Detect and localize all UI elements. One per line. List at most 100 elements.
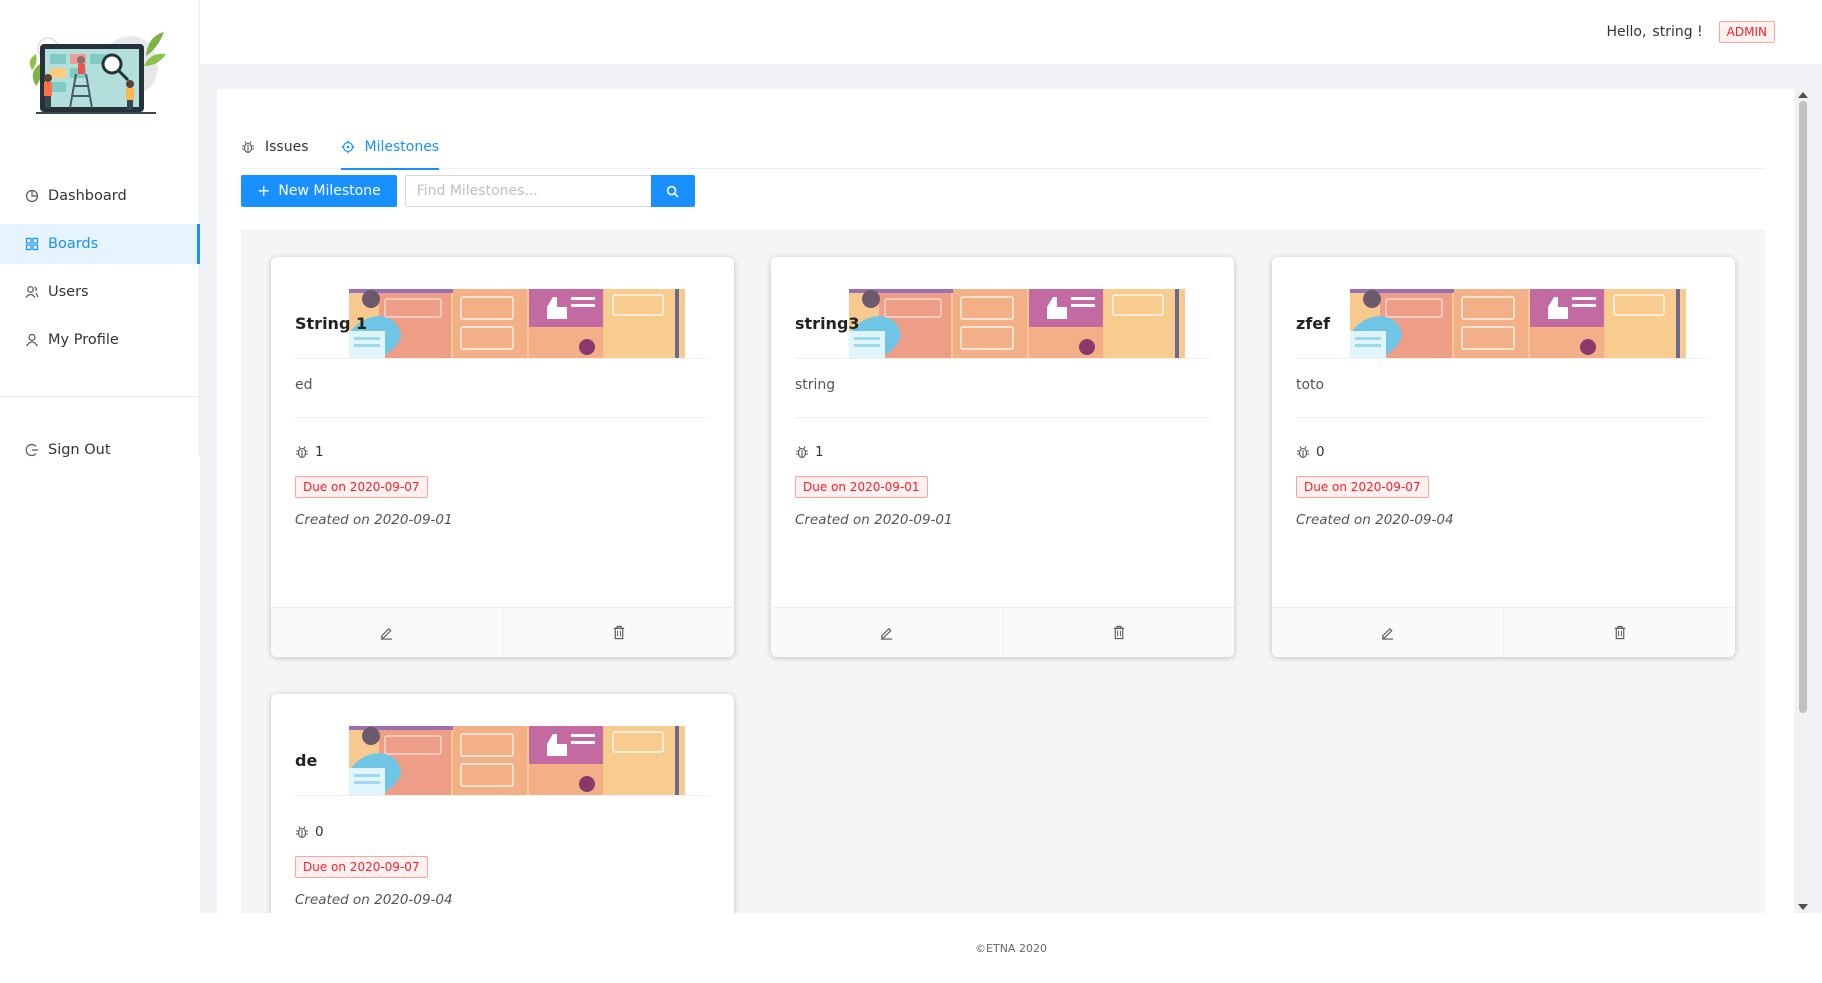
tab-bar: Issues Milestones [241,125,1765,170]
sidebar-item-label: Boards [48,236,99,252]
sidebar-item-users[interactable]: Users [0,272,200,312]
milestone-description: ed [295,377,710,418]
sidebar-item-label: My Profile [48,332,119,348]
page-footer: ©ETNA 2020 [200,913,1822,983]
sign-out-button[interactable]: Sign Out [0,430,200,470]
card-actions [1272,607,1735,657]
card-cover-illustration [849,289,1185,358]
search-button[interactable] [650,175,695,207]
milestone-card: String 1 ed 1 Due on 2020-09-07 Created … [271,257,734,657]
tab-issues[interactable]: Issues [241,125,309,169]
new-milestone-button[interactable]: + New Milestone [241,175,397,207]
app-root: Dashboard Boards Users My Profile Sign O… [0,0,1822,983]
delete-milestone-button[interactable] [1503,608,1735,657]
tab-label: Milestones [364,139,440,155]
delete-milestone-button[interactable] [502,608,734,657]
milestone-issue-count: 1 [795,444,1210,460]
role-badge: ADMIN [1718,21,1775,43]
edit-milestone-button[interactable] [771,608,1002,657]
milestone-issue-count: 1 [295,444,710,460]
milestone-title: String 1 [295,314,368,333]
milestone-card: de 0 Due on 2020-09-07 Created on 2020-0… [271,694,734,913]
logout-icon [25,443,39,457]
vertical-scrollbar[interactable] [1796,89,1810,913]
milestone-meta: 0 Due on 2020-09-07 Created on 2020-09-0… [271,796,734,908]
card-cover: String 1 [295,289,710,359]
trash-icon [1113,625,1124,640]
edit-icon [880,627,893,640]
due-date-badge: Due on 2020-09-07 [295,476,428,498]
trash-icon [1614,625,1625,640]
due-date-badge: Due on 2020-09-07 [1296,476,1429,498]
user-icon [25,333,39,347]
milestone-description: toto [1296,377,1711,418]
tab-label: Issues [265,139,309,155]
pie-chart-icon [25,189,39,203]
sidebar: Dashboard Boards Users My Profile Sign O… [0,0,200,458]
plus-icon: + [257,181,271,200]
milestone-grid: String 1 ed 1 Due on 2020-09-07 Created … [241,229,1765,913]
milestone-title: de [295,751,318,770]
card-actions [771,607,1234,657]
search-icon [666,185,679,198]
bug-icon [795,445,809,459]
user-greeting: Hello, string ! [1606,24,1702,40]
sign-out-label: Sign Out [48,442,111,458]
created-date: Created on 2020-09-01 [795,512,953,528]
users-icon [25,285,39,299]
tab-milestones[interactable]: Milestones [340,125,440,170]
milestone-title: zfef [1296,314,1331,333]
created-date: Created on 2020-09-04 [295,892,453,908]
greeting-text: Hello, [1606,24,1647,40]
sidebar-item-label: Dashboard [48,188,127,204]
edit-milestone-button[interactable] [1272,608,1503,657]
scrollbar-thumb[interactable] [1799,101,1807,713]
sidebar-divider [0,396,200,397]
created-date: Created on 2020-09-04 [1296,512,1454,528]
aim-icon [341,140,355,154]
milestone-meta: 1 Due on 2020-09-07 Created on 2020-09-0… [271,418,734,528]
greeting-username: string ! [1652,24,1703,40]
search-input[interactable] [404,175,651,207]
milestone-card: string3 string 1 Due on 2020-09-01 Creat… [771,257,1234,657]
milestone-title: string3 [795,314,860,333]
main-panel: Issues Milestones + New Milestone Find M… [217,89,1794,913]
issue-count-value: 0 [315,824,324,840]
scroll-up-arrow[interactable] [1798,92,1808,98]
delete-milestone-button[interactable] [1002,608,1234,657]
bug-icon [295,825,309,839]
issue-count-value: 1 [315,444,324,460]
sidebar-item-dashboard[interactable]: Dashboard [0,176,200,216]
card-cover: string3 [795,289,1210,359]
sidebar-nav: Dashboard Boards Users My Profile Sign O… [0,176,200,478]
issue-count-value: 0 [1316,444,1325,460]
card-cover: zfef [1296,289,1711,359]
app-logo[interactable] [26,26,174,128]
edit-icon [1381,627,1394,640]
milestone-search [404,175,695,207]
milestone-meta: 1 Due on 2020-09-01 Created on 2020-09-0… [771,418,1234,528]
created-date: Created on 2020-09-01 [295,512,453,528]
milestone-issue-count: 0 [295,824,710,840]
issue-count-value: 1 [815,444,824,460]
card-cover-illustration [349,289,685,358]
milestone-description: string [795,377,1210,418]
sidebar-item-label: Users [48,284,89,300]
bug-icon [1296,445,1310,459]
trash-icon [613,625,624,640]
top-header: Hello, string ! ADMIN [200,0,1822,64]
bug-icon [295,445,309,459]
sidebar-item-my-profile[interactable]: My Profile [0,320,200,360]
edit-milestone-button[interactable] [271,608,502,657]
sidebar-item-boards[interactable]: Boards [0,224,200,264]
due-date-badge: Due on 2020-09-07 [295,856,428,878]
copyright-text: ©ETNA 2020 [975,941,1047,955]
milestone-meta: 0 Due on 2020-09-07 Created on 2020-09-0… [1272,418,1735,528]
scroll-down-arrow[interactable] [1798,904,1808,910]
edit-icon [380,627,393,640]
card-cover-illustration [1350,289,1686,358]
milestone-issue-count: 0 [1296,444,1711,460]
grid-icon [25,237,39,251]
bug-icon [241,140,255,154]
milestone-toolbar: + New Milestone [241,175,695,207]
